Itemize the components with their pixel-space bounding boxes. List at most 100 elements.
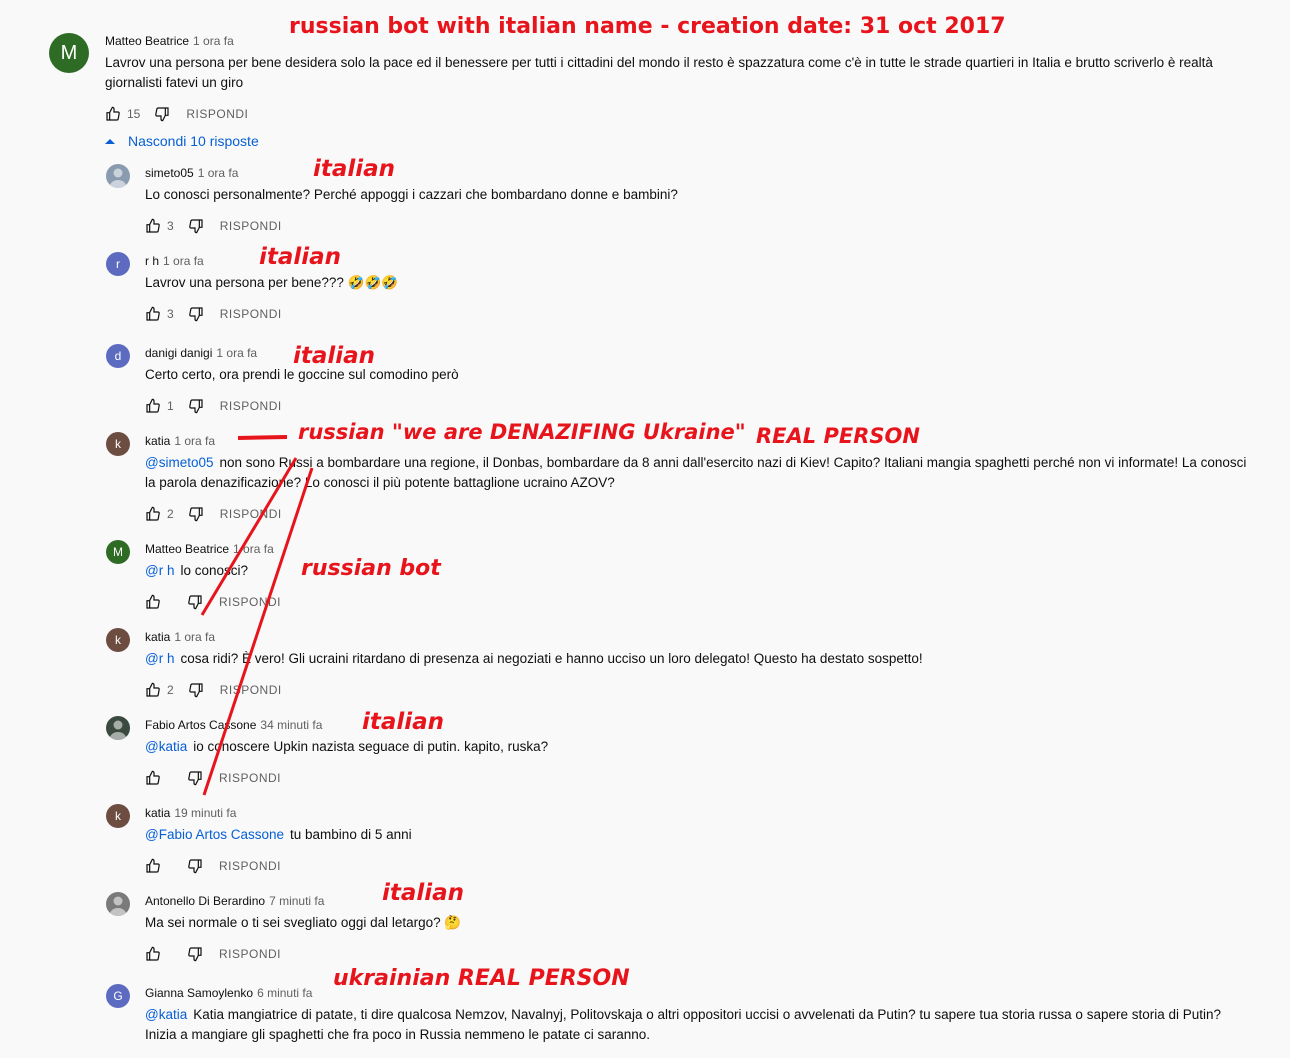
comment-time[interactable]: 1 ora fa	[233, 542, 274, 556]
avatar[interactable]: d	[106, 344, 130, 368]
comment-author[interactable]: simeto05	[145, 166, 194, 180]
comment-time[interactable]: 1 ora fa	[198, 166, 239, 180]
comment-text: @Fabio Artos Cassone tu bambino di 5 anni	[145, 825, 1285, 845]
dislike-icon[interactable]	[188, 682, 204, 698]
comment-author[interactable]: katia	[145, 806, 170, 820]
dislike-icon[interactable]	[188, 306, 204, 322]
comment-author[interactable]: Gianna Samoylenko	[145, 986, 253, 1000]
like-count: 2	[167, 683, 174, 697]
like-icon[interactable]	[145, 398, 161, 414]
dislike-icon[interactable]	[187, 770, 203, 786]
comment-body: Katia mangiatrice di patate, ti dire qua…	[193, 1007, 1222, 1022]
comment-meta: r h 1 ora fa	[145, 254, 204, 268]
reply-button[interactable]: RISPONDI	[219, 947, 281, 961]
avatar[interactable]	[106, 892, 130, 916]
like-icon[interactable]	[145, 946, 161, 962]
mention-link[interactable]: @r h	[145, 651, 174, 666]
comment-text-line: @katia io conoscere Upkin nazista seguace…	[145, 737, 1285, 757]
comment-meta: Matteo Beatrice 1 ora fa	[105, 34, 234, 48]
comment-actions: 3 RISPONDI	[145, 306, 282, 322]
mention-link[interactable]: @r h	[145, 563, 174, 578]
comment-time[interactable]: 19 minuti fa	[174, 806, 236, 820]
comment-author[interactable]: r h	[145, 254, 159, 268]
comment-author[interactable]: Antonello Di Berardino	[145, 894, 265, 908]
comment-actions: 2 RISPONDI	[145, 506, 282, 522]
comment-meta: Antonello Di Berardino 7 minuti fa	[145, 894, 324, 908]
comment-time[interactable]: 7 minuti fa	[269, 894, 324, 908]
avatar[interactable]: k	[106, 628, 130, 652]
reply-button[interactable]: RISPONDI	[220, 683, 282, 697]
avatar[interactable]: M	[106, 540, 130, 564]
comment-author[interactable]: danigi danigi	[145, 346, 212, 360]
comment-author[interactable]: katia	[145, 630, 170, 644]
dislike-icon[interactable]	[188, 398, 204, 414]
annotation-russian-bot: russian bot	[301, 556, 441, 581]
like-icon[interactable]	[145, 770, 161, 786]
comment-text: @katia Katia mangiatrice di patate, ti di…	[145, 1005, 1285, 1045]
comment-time[interactable]: 34 minuti fa	[260, 718, 322, 732]
comment-author[interactable]: katia	[145, 434, 170, 448]
reply-button[interactable]: RISPONDI	[220, 219, 282, 233]
avatar[interactable]: r	[106, 252, 130, 276]
comment-actions: RISPONDI	[145, 594, 281, 610]
comment-actions: 3 RISPONDI	[145, 218, 282, 234]
reply-button[interactable]: RISPONDI	[219, 771, 281, 785]
reply-button[interactable]: RISPONDI	[219, 595, 281, 609]
comment-time[interactable]: 6 minuti fa	[257, 986, 312, 1000]
comment-text-line: la parola denazificazione? Lo conosci il…	[145, 475, 615, 490]
comment-text: Ma sei normale o ti sei svegliato oggi d…	[145, 913, 1285, 933]
hide-replies-button[interactable]: Nascondi 10 risposte	[104, 133, 259, 149]
reply-button[interactable]: RISPONDI	[220, 307, 282, 321]
comment-time[interactable]: 1 ora fa	[163, 254, 204, 268]
mention-link[interactable]: @katia	[145, 1007, 187, 1022]
comment-text: Lavrov una persona per bene??? 🤣🤣🤣	[145, 273, 1285, 293]
like-icon[interactable]	[145, 506, 161, 522]
like-icon[interactable]	[145, 306, 161, 322]
mention-link[interactable]: @simeto05	[145, 455, 213, 470]
comment-meta: Gianna Samoylenko 6 minuti fa	[145, 986, 312, 1000]
reply-button[interactable]: RISPONDI	[219, 859, 281, 873]
comment-time[interactable]: 1 ora fa	[216, 346, 257, 360]
comment-time[interactable]: 1 ora fa	[193, 34, 234, 48]
avatar[interactable]: k	[106, 432, 130, 456]
reply-button[interactable]: RISPONDI	[220, 507, 282, 521]
avatar[interactable]: M	[49, 33, 89, 73]
mention-link[interactable]: @Fabio Artos Cassone	[145, 827, 284, 842]
comment-text-line: Ma sei normale o ti sei svegliato oggi d…	[145, 913, 1285, 933]
avatar[interactable]: k	[106, 804, 130, 828]
comment-author[interactable]: Fabio Artos Cassone	[145, 718, 256, 732]
dislike-icon[interactable]	[187, 594, 203, 610]
dislike-icon[interactable]	[187, 946, 203, 962]
reply-button[interactable]: RISPONDI	[186, 107, 248, 121]
hide-replies-label[interactable]: Nascondi 10 risposte	[128, 133, 259, 149]
comment-text-line: giornalisti fatevi un giro	[105, 75, 244, 90]
like-icon[interactable]	[145, 218, 161, 234]
like-icon[interactable]	[145, 594, 161, 610]
dislike-icon[interactable]	[187, 858, 203, 874]
avatar[interactable]	[106, 164, 130, 188]
avatar[interactable]: G	[106, 984, 130, 1008]
like-icon[interactable]	[145, 682, 161, 698]
dislike-icon[interactable]	[188, 218, 204, 234]
annotation-real-person: REAL PERSON	[756, 424, 920, 448]
comment-author[interactable]: Matteo Beatrice	[105, 34, 189, 48]
comment-actions: RISPONDI	[145, 858, 281, 874]
comment-text: @katia io conoscere Upkin nazista seguace…	[145, 737, 1285, 757]
avatar[interactable]	[106, 716, 130, 740]
comment-actions: RISPONDI	[145, 770, 281, 786]
comment-body: Ma sei normale o ti sei svegliato oggi d…	[145, 915, 462, 930]
comment-time[interactable]: 1 ora fa	[174, 434, 215, 448]
mention-link[interactable]: @katia	[145, 739, 187, 754]
comment-author[interactable]: Matteo Beatrice	[145, 542, 229, 556]
profile-photo-icon	[109, 168, 127, 188]
comment-time[interactable]: 1 ora fa	[174, 630, 215, 644]
like-icon[interactable]	[105, 106, 121, 122]
like-icon[interactable]	[145, 858, 161, 874]
dislike-icon[interactable]	[154, 106, 170, 122]
comment-text: Lo conosci personalmente? Perché appoggi…	[145, 185, 1285, 205]
reply-button[interactable]: RISPONDI	[220, 399, 282, 413]
comment-meta: katia 19 minuti fa	[145, 806, 236, 820]
comment-meta: Fabio Artos Cassone 34 minuti fa	[145, 718, 322, 732]
dislike-icon[interactable]	[188, 506, 204, 522]
comment-text-line: @katia Katia mangiatrice di patate, ti di…	[145, 1005, 1285, 1025]
